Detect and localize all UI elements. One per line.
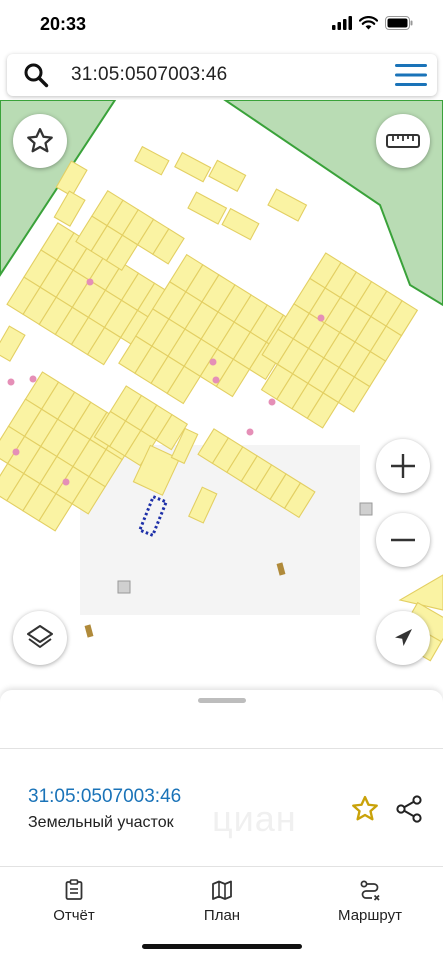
tab-route[interactable]: Маршрут <box>296 867 443 937</box>
status-icons <box>332 16 413 30</box>
my-location-button[interactable] <box>376 611 430 665</box>
layers-icon <box>27 625 53 648</box>
home-indicator[interactable] <box>142 944 302 949</box>
plus-icon <box>391 454 415 478</box>
route-icon <box>360 880 380 901</box>
location-arrow-icon <box>395 629 412 646</box>
share-icon[interactable] <box>394 794 424 824</box>
sheet-divider <box>0 748 443 749</box>
star-outline-icon <box>27 128 53 153</box>
status-bar: 20:33 <box>0 0 443 50</box>
wifi-icon <box>359 16 378 30</box>
watermark: циан <box>212 798 297 839</box>
minus-icon <box>391 538 415 542</box>
map-canvas[interactable] <box>0 100 443 690</box>
search-icon[interactable] <box>23 62 49 88</box>
ruler-button[interactable] <box>376 114 430 168</box>
parcel-id-link[interactable]: 31:05:0507003:46 <box>28 786 181 808</box>
tab-plan-label: План <box>203 907 241 924</box>
hamburger-menu-icon[interactable] <box>395 64 427 86</box>
ruler-icon <box>386 134 420 148</box>
signal-icon <box>332 16 352 30</box>
report-icon <box>65 879 83 900</box>
sheet-grabber-handle[interactable] <box>198 698 246 703</box>
layers-button[interactable] <box>13 611 67 665</box>
tab-route-label: Маршрут <box>338 907 402 924</box>
search-bar[interactable]: 31:05:0507003:46 <box>7 54 437 96</box>
parcel-bottom-sheet[interactable]: циан 31:05:0507003:46 Земельный участок <box>0 690 443 868</box>
map-plan-icon <box>212 880 232 900</box>
zoom-in-button[interactable] <box>376 439 430 493</box>
tab-report[interactable]: Отчёт <box>0 867 148 937</box>
tab-report-label: Отчёт <box>53 907 95 924</box>
cadastral-map[interactable] <box>0 100 443 690</box>
favorite-star-icon[interactable] <box>350 794 380 824</box>
search-input[interactable]: 31:05:0507003:46 <box>71 64 227 86</box>
status-time: 20:33 <box>40 14 87 34</box>
parcel-type: Земельный участок <box>28 814 174 831</box>
battery-icon <box>385 16 413 30</box>
favorites-button[interactable] <box>13 114 67 168</box>
zoom-out-button[interactable] <box>376 513 430 567</box>
tab-plan[interactable]: План <box>148 867 296 937</box>
